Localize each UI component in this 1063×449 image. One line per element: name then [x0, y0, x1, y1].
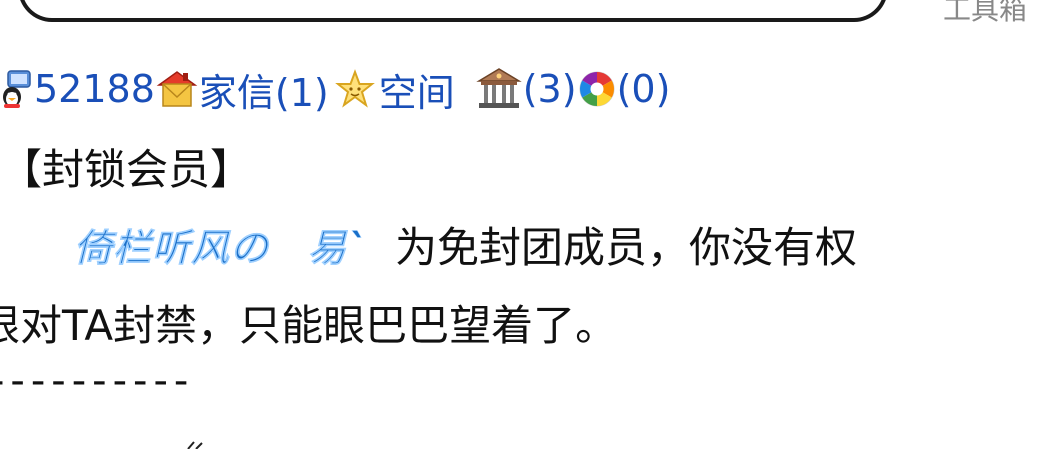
search-input[interactable]: [18, 0, 888, 22]
space-link[interactable]: 空间: [379, 62, 455, 117]
cutoff-glyph-fragment: [187, 441, 203, 449]
user-id-link[interactable]: 52188: [34, 67, 155, 111]
bank-building-icon: [476, 68, 522, 108]
mail-group[interactable]: 家信(1): [155, 62, 329, 117]
space-group[interactable]: 空间: [329, 62, 455, 117]
album-group[interactable]: (0): [577, 67, 671, 111]
qq-user-icon: [3, 70, 31, 108]
building-count-link[interactable]: (3): [523, 67, 577, 111]
album-count-link[interactable]: (0): [617, 67, 671, 111]
aperture-icon: [579, 71, 615, 107]
ban-message-text-part1: 为免封团成员，你没有权: [395, 223, 858, 272]
star-space-icon: [334, 69, 375, 108]
username-link[interactable]: 倚栏听风の 易ˋ: [74, 217, 367, 272]
ban-message-line1: 倚栏听风の 易ˋ 为免封团成员，你没有权: [0, 214, 857, 275]
ban-section-title: 【封锁会员】: [0, 145, 253, 194]
building-group[interactable]: (3): [475, 67, 577, 111]
ban-message-text-part2: 限对TA封禁，只能眼巴巴望着了。: [0, 301, 618, 350]
user-stats-bar: 52188 家信(1) 空间 (3) (0): [0, 62, 670, 116]
user-id-group[interactable]: 52188: [0, 67, 155, 111]
dashed-divider: ----------: [0, 358, 195, 404]
house-mail-icon: [156, 71, 198, 107]
toolbox-link[interactable]: 工具箱: [943, 0, 1027, 28]
page: 工具箱 52188 家信(1) 空间 (3) (0) 【封锁会员】 倚栏听风の …: [0, 0, 1063, 449]
mail-link[interactable]: 家信(1): [199, 62, 329, 117]
